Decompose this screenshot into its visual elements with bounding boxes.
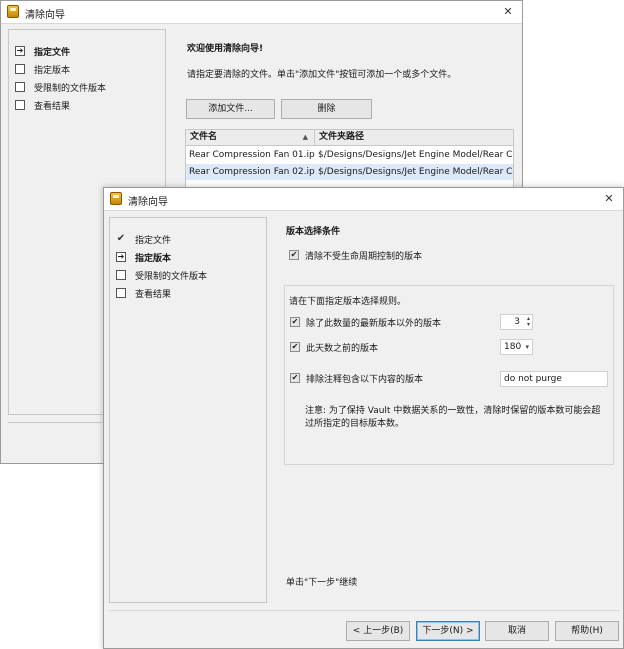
vault-app-icon: [110, 192, 122, 205]
delete-button[interactable]: 删除: [281, 99, 372, 119]
back-button[interactable]: < 上一步(B): [346, 621, 410, 641]
close-icon[interactable]: ✕: [601, 191, 617, 207]
front-nav-panel: ✔ 指定文件 ➔ 指定版本 受限制的文件版本 查看结果: [109, 217, 267, 603]
nav-label: 指定文件: [135, 235, 172, 246]
exclude-comment-checkbox[interactable]: ✔ 排除注释包含以下内容的版本: [290, 371, 423, 385]
file-list[interactable]: 文件名 ▲ 文件夹路径 Rear Compression Fan 01.ipt …: [185, 129, 514, 191]
section-title: 版本选择条件: [286, 227, 341, 237]
option-label: 排除注释包含以下内容的版本: [306, 374, 424, 385]
close-icon[interactable]: ✕: [500, 4, 516, 20]
back-nav-item-restricted[interactable]: 受限制的文件版本: [15, 80, 106, 94]
nav-label: 查看结果: [34, 101, 71, 112]
back-nav-item-specify-files[interactable]: ➔ 指定文件: [15, 44, 70, 58]
front-title-bar: 清除向导 ✕: [104, 188, 623, 211]
step-checkbox-icon: [15, 64, 25, 74]
keep-latest-stepper[interactable]: 3 ▴ ▾: [500, 314, 533, 330]
nav-item-restricted[interactable]: 受限制的文件版本: [116, 268, 207, 282]
checkbox-checked-icon: ✔: [290, 342, 300, 352]
nav-label: 受限制的文件版本: [34, 83, 107, 94]
older-days-dropdown[interactable]: 180 ▾: [500, 339, 533, 355]
keep-latest-checkbox[interactable]: ✔ 除了此数量的最新版本以外的版本: [290, 315, 441, 329]
back-nav-item-results[interactable]: 查看结果: [15, 98, 70, 112]
chevron-down-icon: ▾: [525, 343, 529, 351]
add-file-button[interactable]: 添加文件...: [186, 99, 275, 119]
nav-label: 查看结果: [135, 289, 172, 300]
nav-item-results[interactable]: 查看结果: [116, 286, 171, 300]
checkbox-checked-icon: ✔: [290, 373, 300, 383]
front-footer-divider: [109, 610, 620, 611]
rules-group: 请在下面指定版本选择规则。 ✔ 除了此数量的最新版本以外的版本 3 ▴ ▾ ✔ 此…: [284, 285, 614, 465]
step-checkbox-icon: [116, 288, 126, 298]
next-button[interactable]: 下一步(N) >: [416, 621, 480, 641]
step-checkbox-icon: [15, 82, 25, 92]
front-window-title: 清除向导: [128, 197, 168, 208]
column-label: 文件夹路径: [319, 132, 365, 142]
spin-arrows-icon[interactable]: ▴ ▾: [527, 316, 530, 328]
nav-label: 受限制的文件版本: [135, 271, 208, 282]
filename-cell: Rear Compression Fan 01.ipt: [189, 150, 315, 160]
checkbox-checked-icon: ✔: [289, 250, 299, 260]
help-button[interactable]: 帮助(H): [555, 621, 619, 641]
nav-label: 指定版本: [34, 65, 71, 76]
option-label: 清除不受生命周期控制的版本: [305, 251, 423, 262]
footer-hint: 单击"下一步"继续: [286, 578, 358, 588]
column-header-filename[interactable]: 文件名 ▲: [186, 130, 315, 146]
nav-label: 指定文件: [34, 47, 71, 58]
nav-item-specify-files[interactable]: ✔ 指定文件: [116, 232, 171, 246]
column-label: 文件名: [190, 132, 218, 142]
table-row[interactable]: Rear Compression Fan 01.ipt $/Designs/De…: [186, 147, 513, 163]
nav-label: 指定版本: [135, 253, 172, 264]
column-header-folder[interactable]: 文件夹路径: [315, 130, 513, 146]
dropdown-value: 180: [504, 342, 522, 352]
stepper-value: 3: [514, 317, 520, 327]
nav-item-specify-versions[interactable]: ➔ 指定版本: [116, 250, 171, 264]
step-checkbox-icon: [116, 270, 126, 280]
older-days-checkbox[interactable]: ✔ 此天数之前的版本: [290, 340, 378, 354]
purge-uncontrolled-checkbox[interactable]: ✔ 清除不受生命周期控制的版本: [289, 248, 422, 262]
completed-check-icon: ✔: [116, 233, 126, 244]
folder-cell: $/Designs/Designs/Jet Engine Model/Rear …: [318, 167, 513, 177]
back-window-title: 清除向导: [25, 10, 65, 21]
step-checkbox-icon: [15, 100, 25, 110]
current-step-arrow-icon: ➔: [15, 46, 25, 56]
vault-app-icon: [7, 5, 19, 18]
folder-cell: $/Designs/Designs/Jet Engine Model/Rear …: [318, 150, 513, 160]
option-label: 除了此数量的最新版本以外的版本: [306, 318, 442, 329]
instruction-text: 请指定要清除的文件。单击"添加文件"按钮可添加一个或多个文件。: [187, 70, 457, 80]
filename-cell: Rear Compression Fan 02.ipt: [189, 167, 315, 177]
back-title-bar: 清除向导 ✕: [1, 1, 522, 24]
consistency-note: 注意: 为了保持 Vault 中数据关系的一致性，清除时保留的版本数可能会超过所…: [305, 406, 601, 429]
table-row[interactable]: Rear Compression Fan 02.ipt $/Designs/De…: [186, 164, 513, 180]
rules-heading: 请在下面指定版本选择规则。: [289, 297, 407, 307]
sort-up-icon: ▲: [302, 133, 308, 141]
back-footer-divider: [8, 422, 102, 423]
exclude-comment-input[interactable]: do not purge: [500, 371, 608, 387]
cancel-button[interactable]: 取消: [485, 621, 549, 641]
checkbox-checked-icon: ✔: [290, 317, 300, 327]
current-step-arrow-icon: ➔: [116, 252, 126, 262]
option-label: 此天数之前的版本: [306, 343, 379, 354]
front-wizard-window: 清除向导 ✕ ✔ 指定文件 ➔ 指定版本 受限制的文件版本 查看结果 版本选择条…: [103, 187, 624, 649]
welcome-heading: 欢迎使用清除向导!: [187, 44, 264, 54]
back-nav-item-specify-versions[interactable]: 指定版本: [15, 62, 70, 76]
